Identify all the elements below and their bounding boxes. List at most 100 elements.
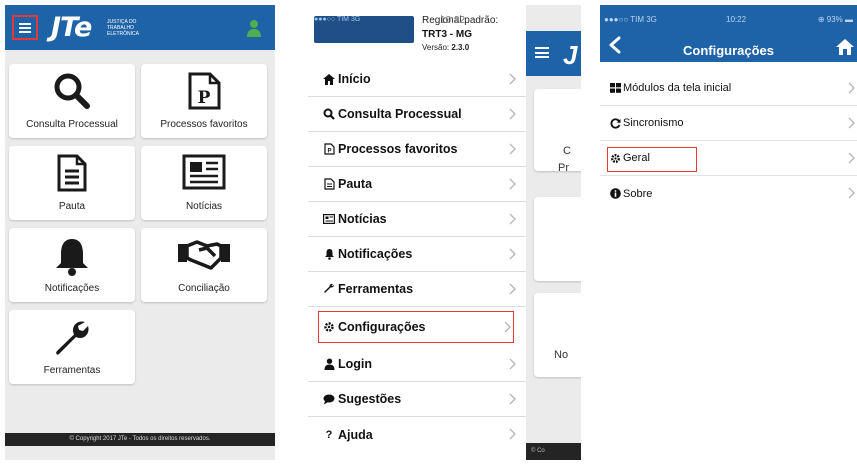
menu-item-inicio[interactable]: Início <box>308 62 526 97</box>
page-title: Configurações <box>682 43 774 58</box>
menu-item-label: Consulta Processual <box>338 107 462 121</box>
app-logo-subtitle: JUSTIÇA DO TRABALHO ELETRÔNICA <box>107 19 139 37</box>
version-row: Versão: 2.3.0 <box>422 43 469 52</box>
user-icon <box>322 358 336 370</box>
status-time: 10:22 <box>726 15 747 24</box>
chevron-right-icon <box>509 108 516 120</box>
background-logo: J <box>563 40 578 70</box>
battery-status: ⊕ 93% ▬ <box>817 15 853 24</box>
version-value: 2.3.0 <box>451 43 470 52</box>
menu-item-label: Login <box>338 357 373 371</box>
document-lines-icon <box>57 154 87 192</box>
navigation-drawer: ●●●○○ TIM 3G Regional padrão: 10:22 TRT3… <box>308 5 526 460</box>
chevron-right-icon <box>848 152 855 164</box>
menu-item-pauta[interactable]: Pauta <box>308 167 526 202</box>
menu-item-noticias[interactable]: Notícias <box>308 202 526 237</box>
menu-item-sugestoes[interactable]: Sugestões <box>308 382 526 417</box>
chevron-right-icon <box>848 187 855 199</box>
tile-consulta-processual[interactable]: Consulta Processual <box>9 64 135 138</box>
menu-item-login[interactable]: Login <box>308 347 526 382</box>
menu-item-label: Processos favoritos <box>338 142 458 156</box>
settings-item-modulos[interactable]: Módulos da tela inicial <box>600 71 857 106</box>
gear-icon <box>322 321 336 333</box>
tile-ferramentas[interactable]: Ferramentas <box>9 310 135 384</box>
menu-item-label: Sugestões <box>338 392 402 406</box>
chevron-right-icon <box>509 283 516 295</box>
menu-item-notificacoes[interactable]: Notificações <box>308 237 526 272</box>
user-icon[interactable] <box>247 19 261 37</box>
tile-label: Notícias <box>185 201 223 212</box>
menu-item-processos-favoritos[interactable]: P Processos favoritos <box>308 132 526 167</box>
chevron-right-icon <box>848 82 855 94</box>
home-screen: JTe JUSTIÇA DO TRABALHO ELETRÔNICA Consu… <box>5 5 275 460</box>
regional-name: TRT3 - MG <box>422 29 472 40</box>
settings-item-sincronismo[interactable]: Sincronismo <box>600 106 857 141</box>
tile-label: Pauta <box>58 201 86 212</box>
newspaper-icon <box>182 154 226 190</box>
highlight-box <box>607 147 697 172</box>
document-lines-icon <box>322 178 336 190</box>
question-icon: ? <box>325 428 333 441</box>
background-tile-text: Pr <box>558 162 569 174</box>
sync-icon <box>609 117 621 129</box>
app-logo: JTe <box>51 12 92 43</box>
menu-item-ajuda[interactable]: ? Ajuda <box>308 417 526 452</box>
settings-screen: ●●●○○ TIM 3G 10:22 ⊕ 93% ▬ Configurações… <box>600 5 857 460</box>
settings-item-label: Sincronismo <box>623 117 684 129</box>
newspaper-icon <box>322 214 336 224</box>
home-icon[interactable] <box>835 38 855 56</box>
wrench-icon <box>322 283 336 295</box>
drawer-header: ●●●○○ TIM 3G Regional padrão: 10:22 TRT3… <box>308 5 526 63</box>
chevron-right-icon <box>509 73 516 85</box>
chevron-right-icon <box>509 393 516 405</box>
tile-label: Processos favoritos <box>160 119 248 130</box>
app-header: JTe JUSTIÇA DO TRABALHO ELETRÔNICA <box>5 5 275 50</box>
background-tile <box>534 197 581 281</box>
chevron-right-icon <box>504 321 511 333</box>
chevron-right-icon <box>509 178 516 190</box>
chevron-right-icon <box>509 428 516 440</box>
tile-pauta[interactable]: Pauta <box>9 146 135 220</box>
menu-item-ferramentas[interactable]: Ferramentas <box>308 272 526 307</box>
speech-bubble-icon <box>322 394 336 405</box>
menu-item-label: Notificações <box>338 247 413 261</box>
tile-noticias[interactable]: Notícias <box>141 146 267 220</box>
tile-conciliacao[interactable]: Conciliação <box>141 228 267 302</box>
hamburger-menu-icon <box>535 47 549 58</box>
background-tile <box>534 293 581 377</box>
chevron-right-icon <box>509 248 516 260</box>
svg-text:P: P <box>198 88 211 108</box>
menu-item-label: Pauta <box>338 177 373 191</box>
settings-header: ●●●○○ TIM 3G 10:22 ⊕ 93% ▬ Configurações <box>600 5 857 62</box>
menu-item-configuracoes[interactable]: Configurações <box>318 311 514 343</box>
menu-button[interactable] <box>12 15 38 40</box>
status-bar-ghost: ●●●○○ TIM 3G <box>314 16 361 23</box>
menu-item-label: Início <box>338 72 371 86</box>
document-p-icon: P <box>188 72 221 110</box>
bell-icon <box>56 239 88 276</box>
tile-processos-favoritos[interactable]: P Processos favoritos <box>141 64 267 138</box>
menu-item-label: Ferramentas <box>338 282 414 296</box>
grid-icon <box>609 83 621 93</box>
tile-label: Notificações <box>44 283 100 294</box>
home-icon <box>322 73 336 85</box>
info-icon <box>609 188 621 199</box>
svg-text:P: P <box>327 149 331 155</box>
tile-label: Ferramentas <box>43 365 101 376</box>
settings-item-sobre[interactable]: Sobre <box>600 176 857 211</box>
copyright-footer: © Copyright 2017 JTe - Todos os direitos… <box>5 433 275 446</box>
status-bar: ●●●○○ TIM 3G 10:22 ⊕ 93% ▬ <box>604 15 853 27</box>
menu-item-label: Notícias <box>338 212 387 226</box>
hamburger-menu-icon <box>19 22 31 33</box>
menu-item-consulta-processual[interactable]: Consulta Processual <box>308 97 526 132</box>
tile-notificacoes[interactable]: Notificações <box>9 228 135 302</box>
wrench-icon <box>56 321 89 355</box>
background-tile <box>534 89 581 171</box>
handshake-icon <box>178 240 230 270</box>
carrier-signal: ●●●○○ TIM 3G <box>604 15 657 24</box>
search-icon <box>54 73 90 109</box>
settings-item-label: Módulos da tela inicial <box>623 82 732 94</box>
document-p-icon: P <box>322 143 336 155</box>
background-app: J C Pr No © Co <box>526 5 581 460</box>
drawer-screen: J C Pr No © Co ●●●○○ TIM 3G Regional pad… <box>308 5 581 460</box>
